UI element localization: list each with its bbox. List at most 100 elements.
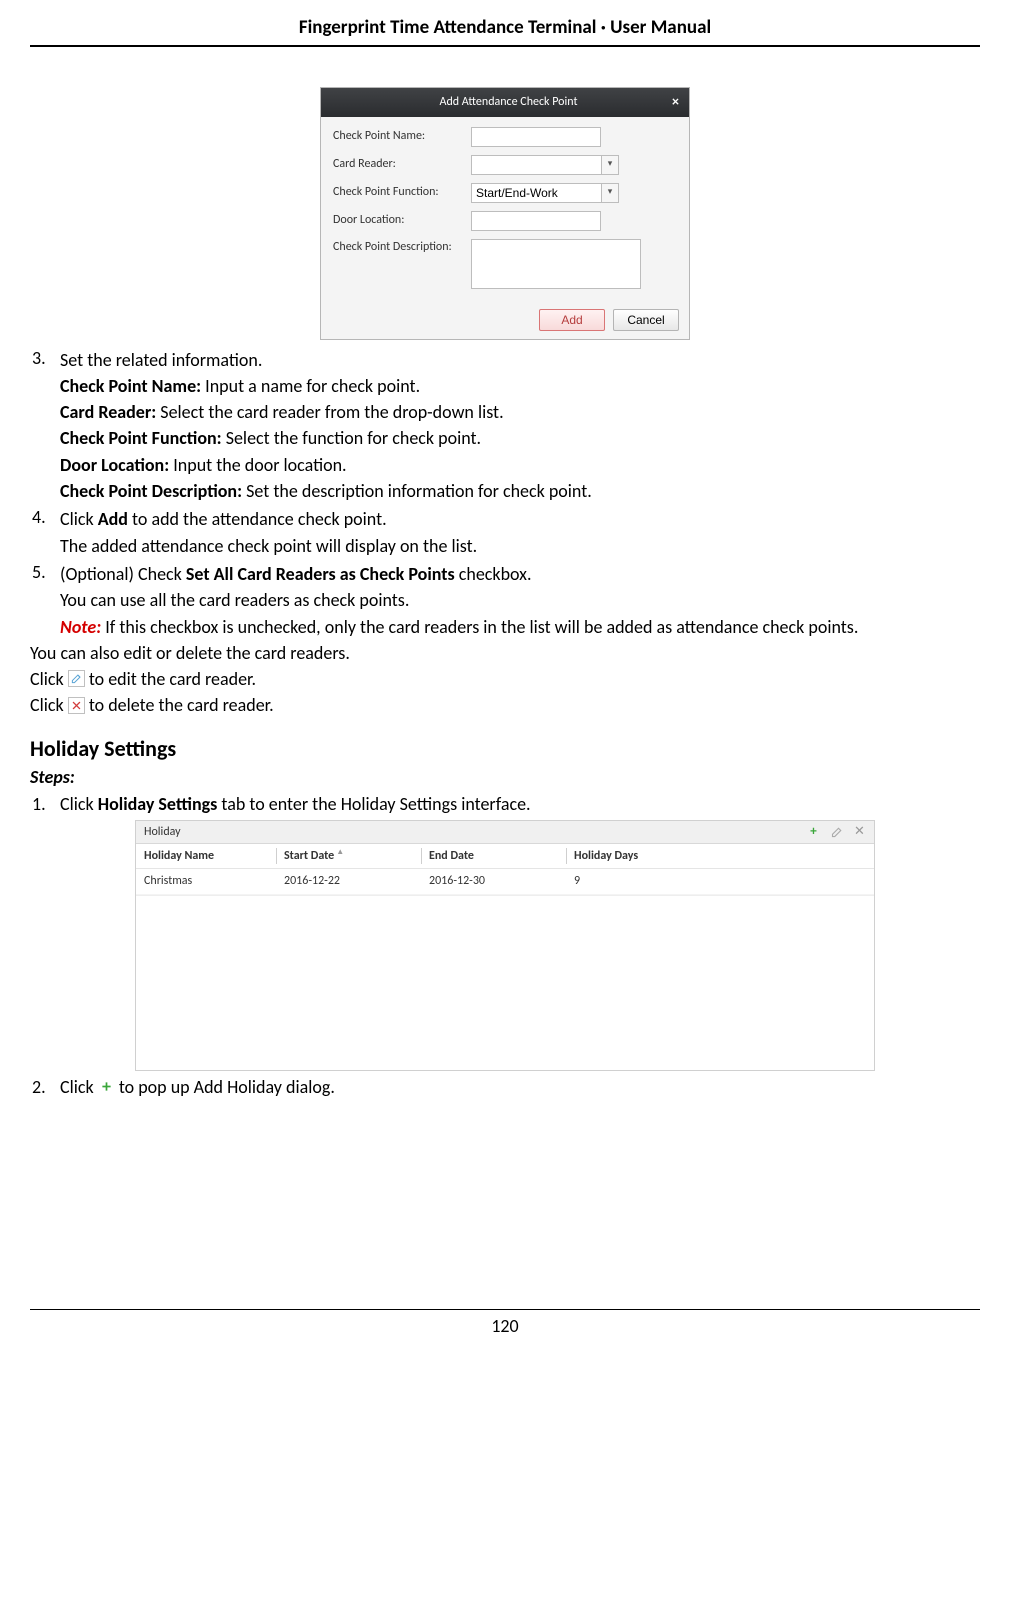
step-4-body: Click Add to add the attendance check po… bbox=[60, 505, 980, 558]
plus-icon bbox=[98, 1078, 115, 1095]
click-delete-line: Click to delete the card reader. bbox=[30, 693, 980, 717]
step-3-dl-label: Door Location: bbox=[60, 454, 169, 476]
holiday-step-2: 2. Click to pop up Add Holiday dialog. bbox=[30, 1075, 980, 1099]
step-3-cpf-label: Check Point Function: bbox=[60, 427, 222, 449]
holiday-panel-title: Holiday bbox=[144, 824, 181, 840]
page-title: Fingerprint Time Attendance Terminal · U… bbox=[30, 15, 980, 41]
label-card-reader: Card Reader: bbox=[333, 156, 471, 172]
cancel-button[interactable]: Cancel bbox=[613, 309, 679, 331]
step-3-line0: Set the related information. bbox=[60, 348, 980, 372]
card-reader-input[interactable] bbox=[471, 155, 601, 175]
edit-icon[interactable] bbox=[830, 826, 843, 839]
door-location-input[interactable] bbox=[471, 211, 601, 231]
step-5-line0c: checkbox. bbox=[455, 563, 532, 585]
page-footer: 120 bbox=[30, 1309, 980, 1338]
col-start-date[interactable]: Start Date▲ bbox=[276, 844, 421, 868]
row-check-point-name: Check Point Name: bbox=[333, 127, 677, 147]
holiday-step-1-text: Click Holiday Settings tab to enter the … bbox=[60, 792, 980, 816]
col-holiday-name[interactable]: Holiday Name bbox=[136, 844, 276, 868]
row-door-location: Door Location: bbox=[333, 211, 677, 231]
cell-days: 9 bbox=[566, 869, 874, 893]
add-button[interactable]: Add bbox=[539, 309, 605, 331]
step-4-line0a: Click bbox=[60, 508, 98, 530]
step-4-line0c: to add the attendance check point. bbox=[128, 508, 387, 530]
step-3-cr-label: Card Reader: bbox=[60, 401, 156, 423]
step-5-body: (Optional) Check Set All Card Readers as… bbox=[60, 560, 980, 639]
dialog-title: Add Attendance Check Point bbox=[440, 94, 578, 110]
step-3-dl: Door Location: Input the door location. bbox=[60, 453, 980, 477]
cell-start: 2016-12-22 bbox=[276, 869, 421, 893]
label-door-location: Door Location: bbox=[333, 212, 471, 228]
holiday-steps-list: 1. Click Holiday Settings tab to enter t… bbox=[30, 792, 980, 816]
holiday-step-2-body: Click to pop up Add Holiday dialog. bbox=[60, 1075, 980, 1099]
holiday-step-1: 1. Click Holiday Settings tab to enter t… bbox=[30, 792, 980, 816]
step-5-line0a: (Optional) Check bbox=[60, 563, 186, 585]
step-3-cpn-label: Check Point Name: bbox=[60, 375, 201, 397]
step-3-dl-text: Input the door location. bbox=[169, 454, 346, 476]
holiday-panel-wrap: Holiday + ✕ Holiday Name Start Date▲ End… bbox=[30, 820, 980, 1071]
step-3-cpf: Check Point Function: Select the functio… bbox=[60, 426, 980, 450]
step-3-cpn: Check Point Name: Input a name for check… bbox=[60, 374, 980, 398]
steps-list: 3. Set the related information. Check Po… bbox=[30, 346, 980, 639]
row-card-reader: Card Reader: ▾ bbox=[333, 155, 677, 175]
holiday-step-1-num: 1. bbox=[30, 792, 60, 816]
step-3-body: Set the related information. Check Point… bbox=[60, 346, 980, 504]
step-5-line0: (Optional) Check Set All Card Readers as… bbox=[60, 562, 980, 586]
chevron-down-icon[interactable]: ▾ bbox=[601, 155, 619, 175]
holiday-step-1b: Holiday Settings bbox=[98, 793, 218, 815]
holiday-settings-heading: Holiday Settings bbox=[30, 734, 980, 764]
col-holiday-days[interactable]: Holiday Days bbox=[566, 844, 874, 868]
note-label: Note: bbox=[60, 616, 101, 638]
dialog-footer: Add Cancel bbox=[321, 303, 689, 339]
holiday-step-1c: tab to enter the Holiday Settings interf… bbox=[217, 793, 530, 815]
col-start-date-text: Start Date bbox=[284, 849, 334, 863]
check-point-name-input[interactable] bbox=[471, 127, 601, 147]
table-row[interactable]: Christmas 2016-12-22 2016-12-30 9 bbox=[136, 869, 874, 894]
edit-delete-note: You can also edit or delete the card rea… bbox=[30, 641, 980, 665]
delete-icon bbox=[68, 697, 85, 714]
sort-asc-icon: ▲ bbox=[336, 847, 344, 857]
check-point-description-textarea[interactable] bbox=[471, 239, 641, 289]
step-5: 5. (Optional) Check Set All Card Readers… bbox=[30, 560, 980, 639]
click-edit-a: Click bbox=[30, 668, 68, 690]
plus-icon[interactable]: + bbox=[807, 826, 820, 839]
click-delete-b: to delete the card reader. bbox=[89, 694, 274, 716]
page-number: 120 bbox=[491, 1315, 518, 1337]
step-3-cpd-label: Check Point Description: bbox=[60, 480, 242, 502]
holiday-steps-list-2: 2. Click to pop up Add Holiday dialog. bbox=[30, 1075, 980, 1099]
click-delete-a: Click bbox=[30, 694, 68, 716]
row-check-point-description: Check Point Description: bbox=[333, 239, 677, 289]
step-4: 4. Click Add to add the attendance check… bbox=[30, 505, 980, 558]
add-attendance-check-point-dialog: Add Attendance Check Point × Check Point… bbox=[320, 87, 690, 340]
note-body: If this checkbox is unchecked, only the … bbox=[101, 616, 858, 638]
step-3-cr-text: Select the card reader from the drop-dow… bbox=[156, 401, 503, 423]
step-4-line0: Click Add to add the attendance check po… bbox=[60, 507, 980, 531]
step-5-number: 5. bbox=[30, 560, 60, 639]
holiday-step-2-text: Click to pop up Add Holiday dialog. bbox=[60, 1075, 980, 1099]
col-end-date[interactable]: End Date bbox=[421, 844, 566, 868]
cell-name: Christmas bbox=[136, 869, 276, 893]
card-reader-select[interactable]: ▾ bbox=[471, 155, 619, 175]
click-edit-line: Click to edit the card reader. bbox=[30, 667, 980, 691]
step-3-cpd: Check Point Description: Set the descrip… bbox=[60, 479, 980, 503]
holiday-panel: Holiday + ✕ Holiday Name Start Date▲ End… bbox=[135, 820, 875, 1071]
click-edit-b: to edit the card reader. bbox=[89, 668, 256, 690]
dialog-titlebar: Add Attendance Check Point × bbox=[321, 88, 689, 117]
edit-icon bbox=[68, 670, 85, 687]
step-3: 3. Set the related information. Check Po… bbox=[30, 346, 980, 504]
close-icon[interactable]: × bbox=[672, 93, 679, 112]
cell-end: 2016-12-30 bbox=[421, 869, 566, 893]
step-5-line0b: Set All Card Readers as Check Points bbox=[186, 563, 455, 585]
holiday-step-2a: Click bbox=[60, 1076, 98, 1098]
holiday-step-2b: to pop up Add Holiday dialog. bbox=[119, 1076, 335, 1098]
step-3-cpd-text: Set the description information for chec… bbox=[242, 480, 592, 502]
label-check-point-name: Check Point Name: bbox=[333, 128, 471, 144]
step-4-number: 4. bbox=[30, 505, 60, 558]
check-point-function-input[interactable] bbox=[471, 183, 601, 203]
close-icon[interactable]: ✕ bbox=[853, 826, 866, 839]
dialog-wrap: Add Attendance Check Point × Check Point… bbox=[30, 87, 980, 340]
step-5-line1: You can use all the card readers as chec… bbox=[60, 588, 980, 612]
chevron-down-icon[interactable]: ▾ bbox=[601, 183, 619, 203]
step-3-cpn-text: Input a name for check point. bbox=[201, 375, 420, 397]
check-point-function-select[interactable]: ▾ bbox=[471, 183, 619, 203]
